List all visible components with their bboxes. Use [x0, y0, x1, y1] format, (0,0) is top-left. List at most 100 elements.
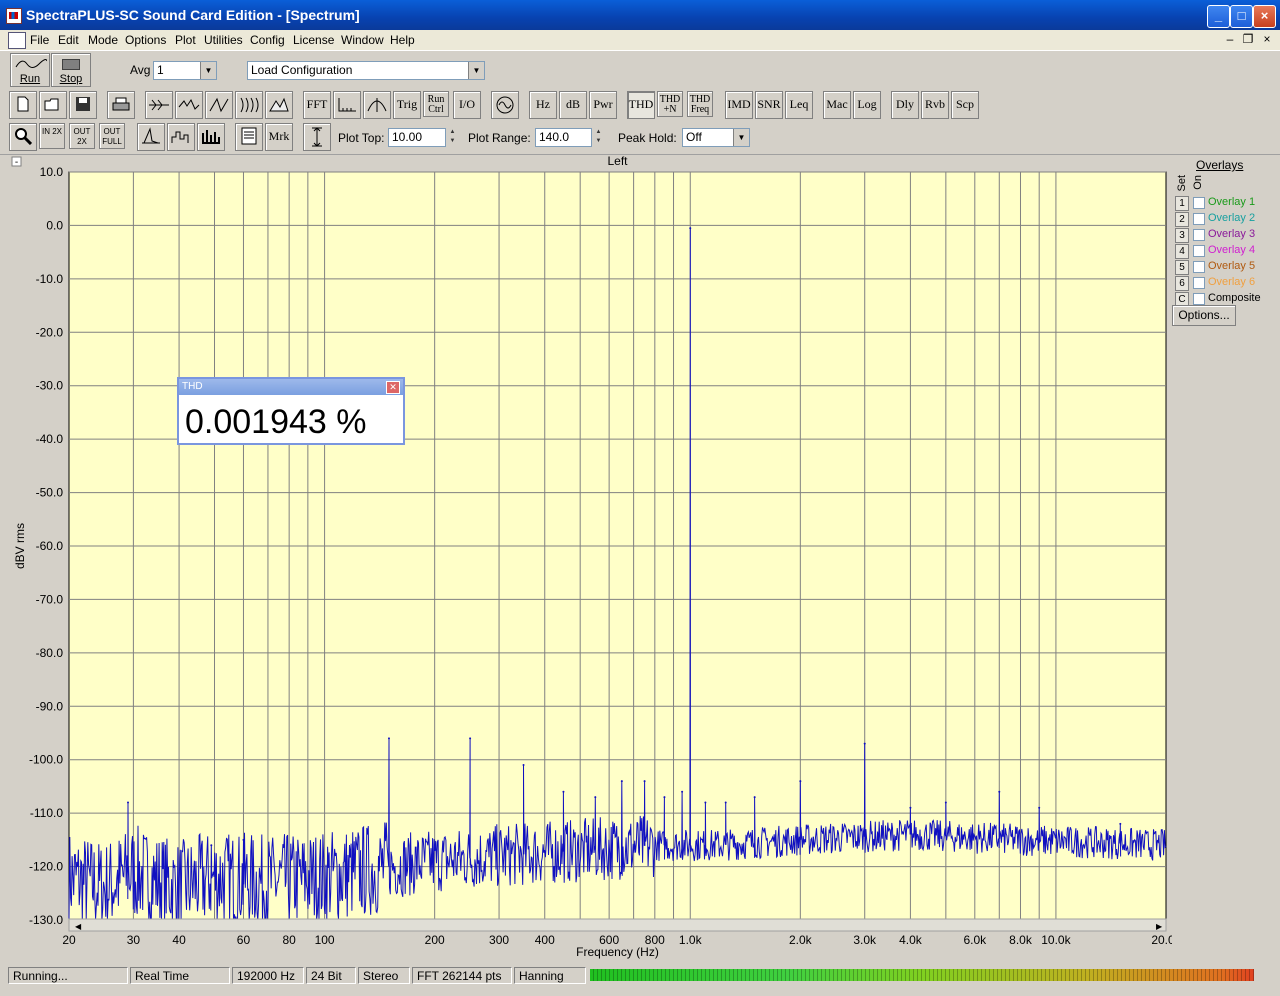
spectrum-peak: [1119, 822, 1122, 825]
bar-graph-icon[interactable]: [167, 123, 195, 151]
mac-button[interactable]: Mac: [823, 91, 851, 119]
close-icon[interactable]: ✕: [386, 381, 400, 394]
minimize-button[interactable]: _: [1207, 5, 1230, 28]
time-series-icon[interactable]: [205, 91, 233, 119]
window-function-icon[interactable]: [363, 91, 391, 119]
overlay-checkbox[interactable]: [1193, 261, 1205, 273]
overlay-set-button[interactable]: 4: [1175, 244, 1189, 259]
overlay-checkbox[interactable]: [1193, 197, 1205, 209]
chevron-down-icon[interactable]: ▼: [733, 129, 749, 146]
snr-button[interactable]: SNR: [755, 91, 783, 119]
dly-button[interactable]: Dly: [891, 91, 919, 119]
mdi-minimize-button[interactable]: –: [1222, 32, 1238, 46]
overlay-options-button[interactable]: Options...: [1172, 305, 1236, 326]
overlay-set-button[interactable]: 2: [1175, 212, 1189, 227]
menu-help[interactable]: Help: [390, 33, 415, 47]
overlay-set-button[interactable]: 5: [1175, 260, 1189, 275]
trigger-button[interactable]: Trig: [393, 91, 421, 119]
document-icon[interactable]: [8, 32, 26, 49]
menu-options[interactable]: Options: [125, 33, 166, 47]
app-icon[interactable]: [6, 8, 22, 24]
print-icon[interactable]: [107, 91, 135, 119]
horizontal-scrollbar[interactable]: [68, 918, 1167, 932]
stop-button[interactable]: Stop: [51, 53, 91, 87]
menu-license[interactable]: License: [293, 33, 334, 47]
zoom-out-button[interactable]: OUT 2X: [69, 123, 95, 149]
thd-button[interactable]: THD: [627, 91, 655, 119]
overlay-checkbox[interactable]: [1193, 277, 1205, 289]
peak-hold-select[interactable]: Off ▼: [682, 128, 750, 147]
pwr-button[interactable]: Pwr: [589, 91, 617, 119]
menu-plot[interactable]: Plot: [175, 33, 196, 47]
zoom-icon[interactable]: [9, 123, 37, 151]
zoom-full-button[interactable]: OUT FULL: [99, 123, 125, 149]
imd-button[interactable]: IMD: [725, 91, 753, 119]
spectrum-chart[interactable]: 10.0 0.0 -10.0 -20.0 -30.0 -40.0 -50.0 -60.0 -70…: [4, 154, 1194, 963]
leq-button[interactable]: Leq: [785, 91, 813, 119]
scp-button[interactable]: Scp: [951, 91, 979, 119]
thd-n-button[interactable]: THD +N: [657, 91, 683, 117]
menu-utilities[interactable]: Utilities: [204, 33, 243, 47]
peak-icon[interactable]: [137, 123, 165, 151]
hz-button[interactable]: Hz: [529, 91, 557, 119]
overlay-set-button[interactable]: 3: [1175, 228, 1189, 243]
report-icon[interactable]: [235, 123, 263, 151]
maximize-button[interactable]: □: [1230, 5, 1253, 28]
octave-bars-icon[interactable]: [197, 123, 225, 151]
mdi-close-button[interactable]: ×: [1259, 32, 1275, 46]
thd-freq-button[interactable]: THD Freq: [687, 91, 713, 117]
new-icon[interactable]: [9, 91, 37, 119]
menu-edit[interactable]: Edit: [58, 33, 79, 47]
chevron-down-icon[interactable]: ▼: [200, 62, 216, 79]
db-button[interactable]: dB: [559, 91, 587, 119]
thd-window-title[interactable]: THD: [179, 379, 403, 395]
chevron-down-icon[interactable]: ▼: [468, 62, 484, 79]
io-button[interactable]: I/O: [453, 91, 481, 119]
save-icon[interactable]: [69, 91, 97, 119]
fft-size-icon[interactable]: [333, 91, 361, 119]
rvb-button[interactable]: Rvb: [921, 91, 949, 119]
mdi-restore-button[interactable]: ❐: [1240, 32, 1256, 46]
spectrum-mode-icon[interactable]: [175, 91, 203, 119]
set-header: Set: [1176, 175, 1188, 192]
function-toolbar: FFT Trig Run Ctrl I/O Hz dB Pwr THD THD …: [0, 88, 1280, 121]
plot-top-spinner[interactable]: ▲ ▼: [448, 128, 457, 147]
fft-button[interactable]: FFT: [303, 91, 331, 119]
avg-select[interactable]: 1 ▼: [153, 61, 217, 80]
close-button[interactable]: ×: [1253, 5, 1276, 28]
plot-range-input[interactable]: 140.0: [535, 128, 592, 147]
marker-button[interactable]: Mrk: [265, 123, 293, 151]
thd-window[interactable]: THD ✕ 0.001943 %: [177, 377, 405, 445]
zoom-in-button[interactable]: IN 2X: [39, 123, 65, 149]
spectrogram-icon[interactable]: [235, 91, 263, 119]
3d-surface-icon[interactable]: [265, 91, 293, 119]
menu-config[interactable]: Config: [250, 33, 285, 47]
overlay-set-button[interactable]: 1: [1175, 196, 1189, 211]
overlay-checkbox[interactable]: [1193, 213, 1205, 225]
average-mode-icon[interactable]: [145, 91, 173, 119]
log-button[interactable]: Log: [853, 91, 881, 119]
window-title: SpectraPLUS-SC Sound Card Edition - [Spe…: [26, 7, 360, 23]
scroll-left-arrow[interactable]: ◀: [75, 922, 82, 931]
run-control-button[interactable]: Run Ctrl: [423, 91, 449, 117]
menu-window[interactable]: Window: [341, 33, 384, 47]
spectrum-peak: [689, 227, 692, 230]
open-folder-icon[interactable]: [39, 91, 67, 119]
overlay-checkbox[interactable]: [1193, 293, 1205, 305]
run-button[interactable]: Run: [10, 53, 50, 87]
menu-file[interactable]: File: [30, 33, 49, 47]
menu-mode[interactable]: Mode: [88, 33, 118, 47]
overlays-title[interactable]: Overlays: [1196, 158, 1243, 172]
run-label: Run: [19, 73, 41, 85]
overlay-set-button[interactable]: 6: [1175, 276, 1189, 291]
scroll-right-arrow[interactable]: ▶: [1156, 922, 1163, 931]
plot-top-input[interactable]: 10.00: [388, 128, 446, 147]
overlay-name: Overlay 4: [1208, 244, 1256, 256]
overlay-checkbox[interactable]: [1193, 245, 1205, 257]
scale-icon[interactable]: [303, 123, 331, 151]
plot-range-spinner[interactable]: ▲ ▼: [594, 128, 603, 147]
status-running: Running...: [8, 967, 128, 984]
signal-generator-icon[interactable]: [491, 91, 519, 119]
configuration-select[interactable]: Load Configuration ▼: [247, 61, 485, 80]
overlay-checkbox[interactable]: [1193, 229, 1205, 241]
